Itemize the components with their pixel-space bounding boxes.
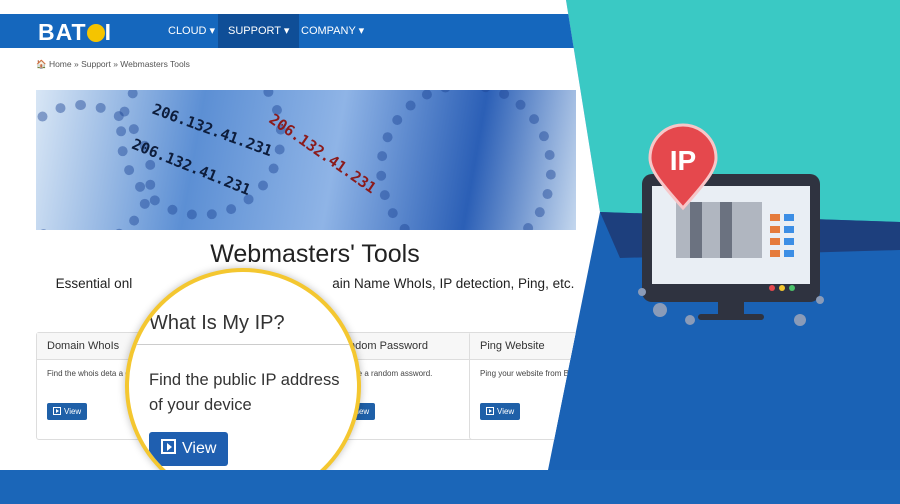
- card-title-what-is-my-ip: What Is My IP?: [149, 312, 285, 334]
- breadcrumb[interactable]: 🏠 Home » Support » Webmasters Tools: [36, 59, 190, 70]
- view-button[interactable]: View: [480, 403, 521, 420]
- nav-company[interactable]: COMPANY ▾: [291, 14, 374, 48]
- batoi-logo[interactable]: BAT I: [38, 19, 112, 46]
- play-icon: [53, 407, 61, 415]
- card-text: Find the public IP address of your devic…: [149, 371, 340, 414]
- divider: [129, 344, 357, 345]
- page-subtitle: Essential onl ain Name WhoIs, IP detectio…: [55, 276, 575, 291]
- pin-label: IP: [670, 145, 696, 176]
- view-button[interactable]: View: [47, 403, 88, 420]
- banner-image: 206.132.41.231 206.132.41.231 206.132.41…: [36, 90, 576, 230]
- page-title: Webmasters' Tools: [210, 240, 420, 268]
- nav-cloud[interactable]: CLOUD ▾: [158, 14, 225, 48]
- nav-support[interactable]: SUPPORT ▾: [218, 14, 300, 48]
- view-button[interactable]: View: [149, 432, 229, 466]
- play-icon: [161, 439, 176, 454]
- magnifier-callout: What Is My IP? Find the public IP addres…: [125, 268, 361, 470]
- ip-monitor-illustration: IP: [638, 123, 824, 326]
- play-icon: [486, 407, 494, 415]
- logo-o-icon: [86, 24, 105, 42]
